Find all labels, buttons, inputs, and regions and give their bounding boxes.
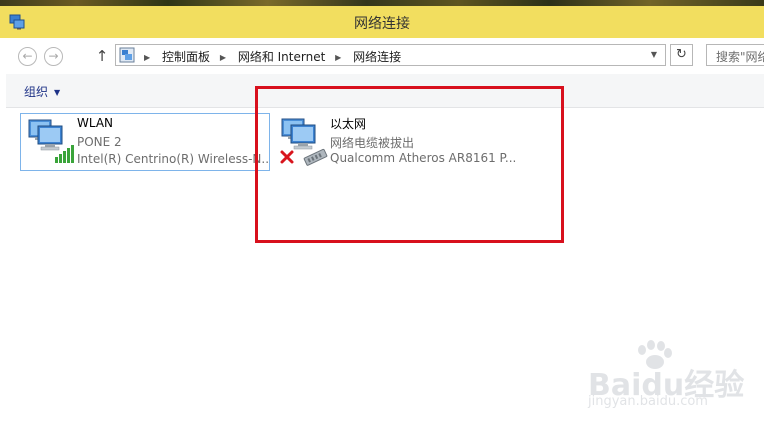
caret-down-icon: ▼: [54, 88, 61, 97]
address-history-dropdown[interactable]: ▼: [643, 45, 665, 65]
breadcrumb-separator-icon[interactable]: ▶: [335, 53, 341, 62]
back-arrow-icon: ←: [22, 49, 33, 63]
forward-arrow-icon: →: [48, 49, 59, 63]
wireless-network-icon: [28, 119, 74, 163]
address-row: ← → ↑ ▶ 控制面板 ▶ 网络和 Internet ▶ 网络连接 ▼ ↻ 搜…: [6, 38, 764, 74]
refresh-icon: ↻: [676, 47, 687, 62]
breadcrumb: ▶ 控制面板 ▶ 网络和 Internet ▶ 网络连接: [138, 48, 401, 65]
highlight-annotation-box: [255, 86, 564, 243]
organize-menu-button[interactable]: 组织 ▼: [24, 83, 60, 100]
search-input[interactable]: 搜索"网络: [706, 44, 764, 66]
up-button[interactable]: ↑: [95, 46, 109, 66]
breadcrumb-separator-icon: ▶: [144, 53, 151, 62]
search-placeholder: 搜索"网络: [716, 50, 764, 64]
title-bar[interactable]: 网络连接: [0, 6, 764, 38]
window-title: 网络连接: [354, 16, 410, 32]
breadcrumb-network-connections[interactable]: 网络连接: [353, 48, 401, 65]
connection-name: WLAN: [77, 116, 114, 130]
connection-device: Intel(R) Centrino(R) Wireless-N...: [77, 152, 269, 166]
chevron-down-icon: ▼: [650, 50, 658, 59]
forward-button[interactable]: →: [44, 47, 63, 66]
up-arrow-icon: ↑: [95, 47, 109, 65]
watermark-url: jingyan.baidu.com: [588, 394, 708, 409]
baidu-jingyan-watermark: Baidu经验 jingyan.baidu.com: [588, 340, 764, 420]
breadcrumb-network-internet[interactable]: 网络和 Internet: [238, 48, 325, 65]
breadcrumb-control-panel[interactable]: 控制面板: [162, 48, 210, 65]
back-button[interactable]: ←: [18, 47, 37, 66]
organize-label: 组织: [24, 85, 49, 99]
control-panel-icon: [119, 47, 135, 63]
connection-item-wlan[interactable]: WLAN PONE 2 Intel(R) Centrino(R) Wireles…: [20, 113, 270, 171]
address-bar[interactable]: ▶ 控制面板 ▶ 网络和 Internet ▶ 网络连接 ▼: [115, 44, 666, 66]
connection-status: PONE 2: [77, 135, 122, 149]
refresh-button[interactable]: ↻: [670, 44, 693, 66]
breadcrumb-separator-icon[interactable]: ▶: [220, 53, 226, 62]
